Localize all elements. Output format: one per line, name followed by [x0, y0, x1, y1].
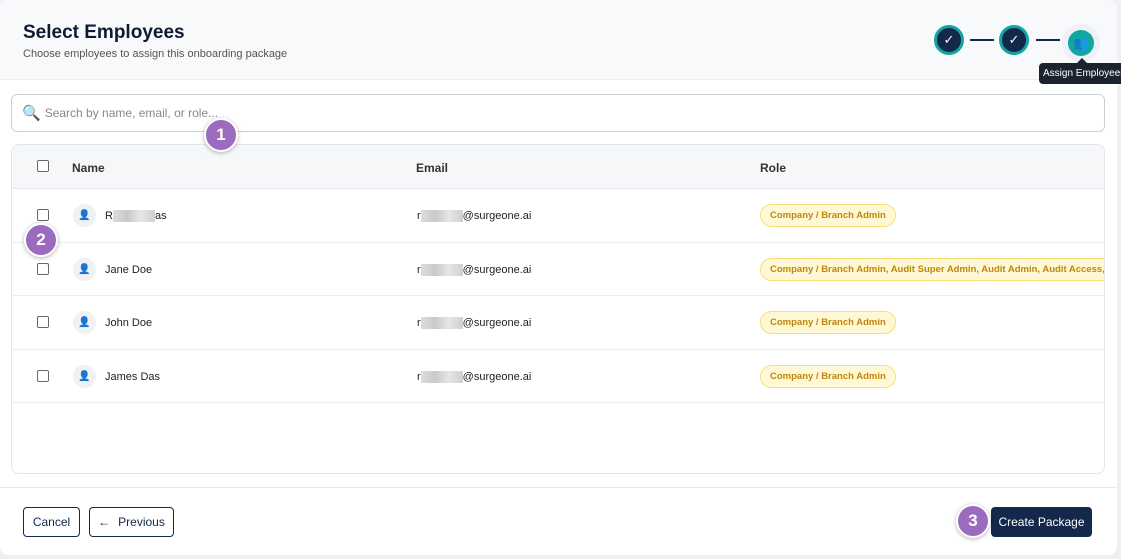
step-connector	[970, 39, 994, 41]
check-icon: ✓	[943, 32, 955, 47]
row-checkbox[interactable]	[37, 316, 49, 328]
select-all-checkbox[interactable]	[37, 160, 49, 172]
cancel-button[interactable]: Cancel	[23, 507, 80, 537]
column-header-role: Role	[760, 161, 787, 175]
search-input[interactable]	[44, 106, 1104, 120]
employee-name: John Doe	[105, 317, 153, 329]
employees-table: Name Email Role 👤 Ras r @surgeone.ai Comp…	[11, 144, 1105, 474]
table-row[interactable]: 👤 James Das r @surgeone.ai Company / Bran…	[12, 350, 1104, 403]
step-2-complete[interactable]: ✓	[999, 25, 1029, 55]
table-row[interactable]: 👤 Ras r @surgeone.ai Company / Branch Adm…	[12, 189, 1104, 243]
step-tooltip: Assign Employees	[1039, 58, 1121, 84]
step-connector	[1036, 39, 1060, 41]
avatar: 👤	[73, 311, 96, 334]
row-checkbox[interactable]	[37, 209, 49, 221]
redacted-blur	[420, 317, 463, 330]
role-badge: Company / Branch Admin	[760, 311, 896, 334]
role-badge: Company / Branch Admin	[760, 364, 896, 388]
avatar: 👤	[73, 204, 96, 227]
search-icon: 🔍	[22, 105, 41, 122]
previous-button[interactable]: ← Previous	[89, 507, 174, 537]
redacted-blur	[420, 370, 463, 383]
step-3-active[interactable]: 👥	[1062, 24, 1100, 62]
search-box[interactable]: 🔍	[11, 94, 1105, 132]
row-checkbox[interactable]	[37, 369, 49, 382]
employee-email: r @surgeone.ai	[417, 263, 532, 276]
employee-email: r @surgeone.ai	[417, 370, 532, 383]
step-1-complete[interactable]: ✓	[934, 25, 964, 55]
role-badge: Company / Branch Admin, Audit Super Admi…	[760, 257, 1104, 281]
table-row[interactable]: 👤 John Doe r @surgeone.ai Company / Branc…	[12, 296, 1104, 350]
redacted-blur	[420, 210, 463, 223]
annotation-marker-2: 2	[24, 223, 58, 257]
redacted-blur	[112, 210, 155, 223]
page-title: Select Employees	[23, 22, 185, 43]
employee-name: Ras	[105, 210, 167, 223]
users-icon: 👥	[1068, 30, 1094, 56]
employee-email: r @surgeone.ai	[417, 317, 532, 330]
create-package-button[interactable]: Create Package	[991, 507, 1092, 537]
column-header-name: Name	[72, 161, 105, 175]
check-icon: ✓	[1008, 32, 1020, 47]
header: Select Employees Choose employees to ass…	[0, 0, 1117, 80]
redacted-blur	[420, 263, 463, 276]
annotation-marker-1: 1	[204, 118, 238, 152]
employee-name: Jane Doe	[105, 263, 153, 276]
column-header-email: Email	[416, 161, 449, 175]
avatar: 👤	[73, 364, 96, 388]
row-checkbox[interactable]	[37, 262, 49, 275]
employee-email: r @surgeone.ai	[417, 210, 532, 223]
employee-name: James Das	[105, 370, 161, 383]
avatar: 👤	[73, 257, 96, 281]
arrow-left-icon: ←	[98, 515, 111, 529]
table-header: Name Email Role	[12, 145, 1104, 189]
page-subtitle: Choose employees to assign this onboardi…	[23, 48, 288, 60]
footer-divider	[0, 487, 1117, 488]
role-badge: Company / Branch Admin	[760, 204, 896, 227]
dialog-panel: Select Employees Choose employees to ass…	[0, 0, 1121, 555]
annotation-marker-3: 3	[956, 504, 990, 538]
table-row[interactable]: 👤 Jane Doe r @surgeone.ai Company / Branc…	[12, 243, 1104, 296]
